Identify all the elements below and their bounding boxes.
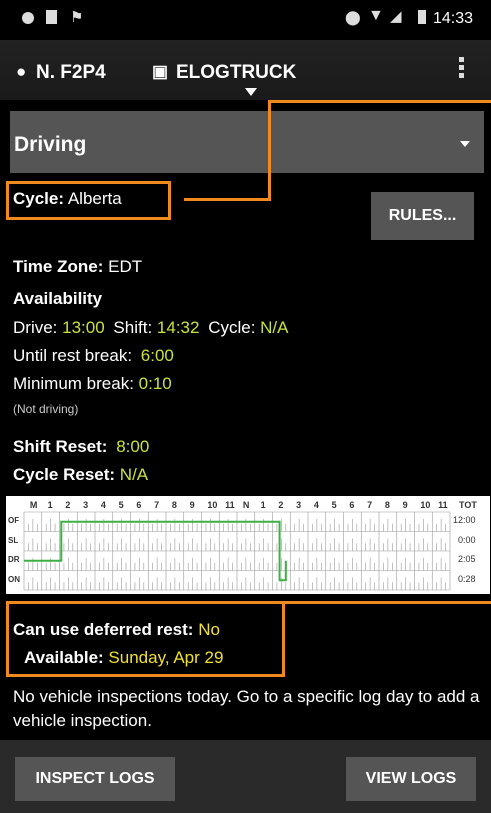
overflow-menu-icon[interactable]: [459, 54, 465, 81]
time-zone-row: Time Zone: EDT: [13, 257, 142, 277]
location-icon: ⬤: [345, 9, 361, 25]
shift-reset-value: 8:00: [116, 437, 150, 456]
flag-icon: ⚑: [70, 9, 84, 26]
truck-icon: ▣: [152, 62, 169, 81]
availability-row: Drive: 13:00 Shift: 14:32 Cycle: N/A: [13, 318, 289, 338]
cycle-label: Cycle:: [13, 189, 65, 208]
duty-status-dropdown[interactable]: Driving: [10, 111, 484, 173]
app-header: ● N. F2P4 ▣ ELOGTRUCK: [0, 40, 491, 100]
cycle-value: Alberta: [67, 189, 122, 208]
cycle-reset-value: N/A: [119, 465, 149, 484]
cycle-avail-label: Cycle:: [208, 318, 256, 337]
shift-reset-label: Shift Reset:: [13, 437, 108, 456]
callout-line: [268, 100, 271, 201]
deferred-available-value: Sunday, Apr 29: [108, 648, 224, 667]
sd-card-icon: [46, 10, 57, 24]
deferred-available-row: Available: Sunday, Apr 29: [24, 648, 223, 668]
drive-label: Drive:: [13, 318, 58, 337]
shift-value: 14:32: [156, 318, 200, 337]
callout-line: [184, 198, 271, 201]
driver-icon: ●: [16, 62, 27, 81]
availability-heading: Availability: [13, 289, 103, 308]
time-zone-label: Time Zone:: [13, 257, 104, 276]
minimum-break-value: 0:10: [138, 374, 172, 393]
rest-break-value: 6:00: [140, 346, 174, 365]
cycle-reset-label: Cycle Reset:: [13, 465, 116, 484]
status-bar: ⚑ ⬤ ▼ ◢ 14:33: [0, 0, 491, 40]
view-logs-button[interactable]: VIEW LOGS: [346, 757, 476, 801]
grid-lines: [23, 511, 451, 591]
minimum-break-label: Minimum break:: [13, 374, 134, 393]
footer-bar: INSPECT LOGS VIEW LOGS: [0, 740, 491, 813]
expand-arrow-icon[interactable]: [245, 88, 257, 96]
inspection-message: No vehicle inspections today. Go to a sp…: [13, 687, 480, 730]
deferred-available-label: Available:: [24, 648, 104, 667]
duty-status-value: Driving: [14, 133, 87, 156]
circle-icon: [22, 12, 34, 24]
cycle-reset-row: Cycle Reset: N/A: [13, 465, 148, 485]
truck-name[interactable]: ELOGTRUCK: [176, 62, 296, 84]
cycle-avail-value: N/A: [260, 318, 289, 337]
driver-name[interactable]: N. F2P4: [36, 62, 106, 84]
deferred-rest-value: No: [198, 620, 220, 639]
clock: 14:33: [432, 10, 473, 27]
callout-line: [279, 601, 491, 604]
deferred-rest-label: Can use deferred rest:: [13, 620, 194, 639]
rules-button[interactable]: RULES...: [371, 192, 474, 240]
rest-break-row: Until rest break: 6:00: [13, 346, 174, 366]
chevron-down-icon: [460, 141, 470, 147]
time-zone-value: EDT: [108, 257, 143, 276]
signal-icon: ◢: [390, 8, 402, 25]
callout-line: [268, 100, 491, 103]
not-driving-note: (Not driving): [13, 402, 79, 416]
shift-reset-row: Shift Reset: 8:00: [13, 437, 149, 457]
wifi-icon: ▼: [368, 7, 384, 24]
cycle-row: Cycle: Alberta: [13, 189, 122, 209]
deferred-rest-row: Can use deferred rest: No: [13, 620, 220, 640]
rest-break-label: Until rest break:: [13, 346, 133, 365]
inspect-logs-button[interactable]: INSPECT LOGS: [15, 757, 175, 801]
shift-label: Shift:: [113, 318, 153, 337]
battery-icon: [418, 10, 426, 24]
minimum-break-row: Minimum break: 0:10: [13, 374, 172, 394]
log-grid[interactable]: M 1 2 3 4 5 6 7 8 9 10 11 N 1 2 3 4 5 6 7 8 9 10 11 TOT OF SL D…: [6, 496, 490, 594]
drive-value: 13:00: [62, 318, 105, 337]
